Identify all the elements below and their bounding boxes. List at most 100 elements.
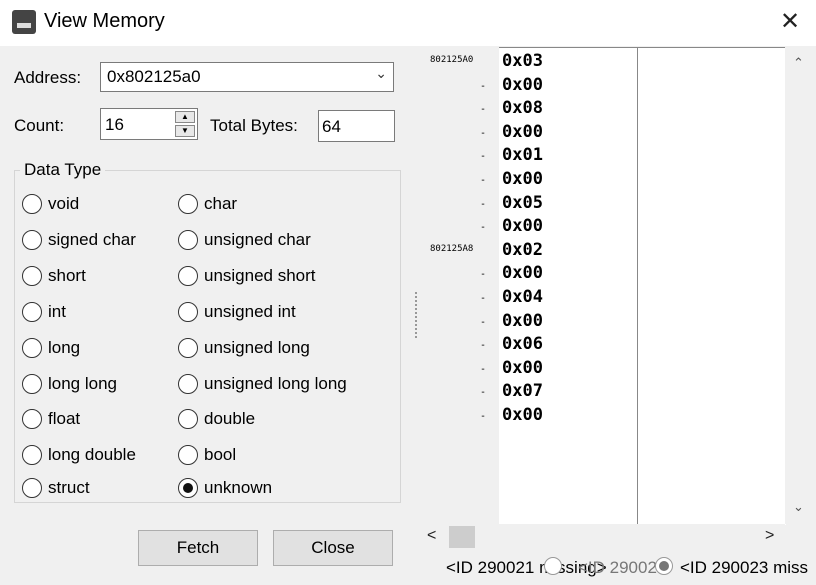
- radio-label: int: [48, 302, 66, 321]
- memory-value[interactable]: 0x00: [502, 358, 543, 378]
- radio-label: double: [204, 409, 256, 428]
- column-divider: [637, 47, 638, 524]
- radio-label: void: [48, 194, 80, 213]
- memory-value[interactable]: 0x00: [502, 405, 543, 425]
- memory-address-dash: -: [480, 387, 487, 398]
- horizontal-scroll-thumb[interactable]: [449, 526, 475, 548]
- radio-label: short: [48, 266, 86, 285]
- radio-circle[interactable]: [178, 409, 198, 429]
- close-button[interactable]: Close: [273, 530, 393, 566]
- chevron-down-icon[interactable]: ⌄: [375, 65, 387, 82]
- radio-circle[interactable]: [178, 338, 198, 358]
- memory-value[interactable]: 0x06: [502, 334, 543, 354]
- fetch-button[interactable]: Fetch: [138, 530, 258, 566]
- memory-address-dash: -: [480, 104, 487, 115]
- radio-label: float: [48, 409, 81, 428]
- radio-label: unsigned long long: [204, 374, 347, 393]
- radio-circle[interactable]: [22, 338, 42, 358]
- radio-label: struct: [48, 478, 90, 497]
- radio-circle[interactable]: [22, 266, 42, 286]
- status-radio-2[interactable]: [655, 557, 673, 575]
- memory-value[interactable]: 0x00: [502, 263, 543, 283]
- memory-value[interactable]: 0x02: [502, 240, 543, 260]
- memory-address-dash: -: [480, 81, 487, 92]
- memory-value[interactable]: 0x03: [502, 51, 543, 71]
- memory-address-dash: -: [480, 222, 487, 233]
- radio-circle[interactable]: [178, 478, 198, 498]
- memory-value[interactable]: 0x08: [502, 98, 543, 118]
- address-value: 0x802125a0: [107, 67, 201, 86]
- radio-label: long long: [48, 374, 118, 393]
- memory-value[interactable]: 0x01: [502, 145, 543, 165]
- memory-address-dash: -: [480, 411, 487, 422]
- radio-label: unsigned int: [204, 302, 296, 321]
- count-stepper[interactable]: 16 ▲ ▼: [100, 108, 198, 140]
- splitter-grip[interactable]: [415, 292, 417, 338]
- radio-circle[interactable]: [22, 302, 42, 322]
- radio-circle[interactable]: [178, 230, 198, 250]
- address-column: [421, 47, 499, 524]
- radio-label: long: [48, 338, 81, 357]
- close-icon[interactable]: ✕: [772, 4, 808, 40]
- memory-address-dash: -: [480, 175, 487, 186]
- memory-address-dash: -: [480, 199, 487, 210]
- memory-value[interactable]: 0x00: [502, 169, 543, 189]
- count-label: Count:: [14, 116, 65, 135]
- memory-value[interactable]: 0x00: [502, 122, 543, 142]
- radio-label: char: [204, 194, 238, 213]
- radio-circle[interactable]: [178, 302, 198, 322]
- title-bar: View Memory ✕: [0, 0, 816, 46]
- status-tail-text: <ID 290023 miss: [680, 558, 809, 577]
- address-combo[interactable]: 0x802125a0 ⌄: [100, 62, 394, 92]
- radio-circle[interactable]: [22, 230, 42, 250]
- total-bytes-label: Total Bytes:: [210, 116, 298, 135]
- radio-label: long double: [48, 445, 136, 464]
- memory-value[interactable]: 0x04: [502, 287, 543, 307]
- status-tail: <ID 290023 miss: [680, 558, 808, 578]
- vertical-scrollbar[interactable]: ⌃ ⌄: [785, 47, 815, 524]
- scroll-down-icon[interactable]: ⌄: [793, 499, 804, 515]
- memory-value[interactable]: 0x00: [502, 216, 543, 236]
- count-value: 16: [105, 115, 124, 134]
- radio-label: unsigned long: [204, 338, 310, 357]
- memory-value[interactable]: 0x00: [502, 311, 543, 331]
- memory-address-dash: -: [480, 317, 487, 328]
- memory-value[interactable]: 0x00: [502, 75, 543, 95]
- total-bytes-value: 64: [322, 117, 341, 136]
- radio-label: bool: [204, 445, 237, 464]
- radio-circle[interactable]: [178, 194, 198, 214]
- memory-address-dash: -: [480, 340, 487, 351]
- memory-address-dash: -: [480, 269, 487, 280]
- window-title: View Memory: [44, 10, 165, 32]
- scroll-up-icon[interactable]: ⌃: [793, 55, 804, 71]
- status-radio-1[interactable]: [544, 557, 562, 575]
- radio-circle[interactable]: [178, 266, 198, 286]
- memory-address-dash: -: [480, 364, 487, 375]
- radio-label: unsigned char: [204, 230, 311, 249]
- memory-address: 802125A0: [430, 55, 474, 65]
- app-icon: [12, 10, 36, 34]
- data-type-legend: Data Type: [20, 160, 106, 180]
- scroll-left-icon[interactable]: <: [427, 527, 436, 545]
- radio-circle[interactable]: [22, 194, 42, 214]
- radio-label: signed char: [48, 230, 136, 249]
- address-label: Address:: [14, 68, 82, 87]
- status-ghost-text: <ID 29002: [578, 558, 657, 577]
- radio-circle[interactable]: [22, 445, 42, 465]
- scroll-right-icon[interactable]: >: [765, 527, 774, 545]
- radio-circle[interactable]: [22, 374, 42, 394]
- memory-value[interactable]: 0x05: [502, 193, 543, 213]
- memory-address-dash: -: [480, 128, 487, 139]
- radio-circle[interactable]: [178, 374, 198, 394]
- memory-value[interactable]: 0x07: [502, 381, 543, 401]
- memory-address: 802125A8: [430, 244, 474, 254]
- horizontal-scrollbar[interactable]: < >: [421, 524, 785, 550]
- radio-circle[interactable]: [22, 409, 42, 429]
- total-bytes-field[interactable]: 64: [318, 110, 395, 142]
- spin-down-icon[interactable]: ▼: [175, 125, 195, 137]
- memory-address-dash: -: [480, 293, 487, 304]
- radio-circle[interactable]: [22, 478, 42, 498]
- status-ghost: <ID 29002: [578, 558, 657, 578]
- spin-up-icon[interactable]: ▲: [175, 111, 195, 123]
- radio-circle[interactable]: [178, 445, 198, 465]
